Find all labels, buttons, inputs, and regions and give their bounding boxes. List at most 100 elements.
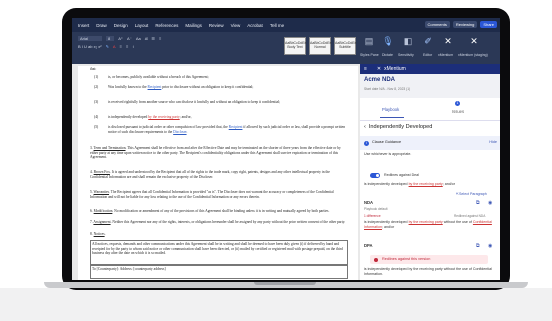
eye-icon[interactable]: ◉ — [488, 243, 492, 249]
chevron-left-icon[interactable]: ‹ — [364, 124, 366, 130]
style-subtitle[interactable]: AaBbCcDdEe Subtitle — [334, 37, 357, 55]
style-name: Normal — [314, 45, 326, 49]
bullets-icon[interactable]: ☰ — [151, 36, 155, 41]
tab-review[interactable]: Review — [209, 23, 224, 28]
shrink-font-icon[interactable]: A⁻ — [127, 36, 132, 41]
clause-guidance-card: i Clause Guidance Hide — [360, 136, 500, 150]
clause-text: is independently developed by the receiv… — [364, 182, 496, 187]
tab-layout[interactable]: Layout — [135, 23, 149, 28]
section-title: Warranties — [93, 190, 110, 194]
section-text: . This Agreement shall be effective from… — [90, 146, 341, 160]
numbering-icon[interactable]: ≡ — [159, 36, 161, 41]
section-text: . The Recipient agrees that all Confiden… — [90, 190, 334, 199]
select-paragraph-link[interactable]: ⇱Select Paragraph — [456, 192, 500, 197]
line-spacing-icon[interactable]: ↕ — [132, 44, 134, 49]
font-row: Arial 8 A⁺ A⁻ Aa A̸ ☰ ≡ — [78, 36, 161, 41]
copy-icon[interactable]: ⧉ — [476, 200, 480, 206]
section-text: . It is agreed and understood by the Rec… — [90, 170, 330, 179]
style-body-text[interactable]: AaBbCcDdEe Body Text — [284, 37, 307, 55]
clear-format-icon[interactable]: A̸ — [145, 36, 148, 41]
recipient-link[interactable]: Recipient — [229, 125, 243, 129]
xmentium-playbook-label: xMentium (staging) — [458, 53, 488, 57]
document-page[interactable]: that: (1) is, or becomes, publicly avail… — [78, 66, 358, 280]
xmentium-icon[interactable]: ✕ — [442, 36, 454, 47]
hide-guidance-link[interactable]: Hide — [489, 140, 497, 144]
doc-item-2: (2) Was lawfully known to the Recipient … — [94, 85, 348, 90]
section-title: Assignment — [93, 220, 111, 224]
item-text: prior to disclosure without an obligatio… — [161, 85, 254, 89]
format-row: B I U ab x₂ x² ✎ A ≡ ≡ ↕ — [78, 44, 134, 49]
guidance-title: Clause Guidance — [372, 140, 402, 144]
ribbon-right-buttons: Comments Reviewing Share — [424, 21, 497, 28]
editor-label: Editor — [423, 53, 433, 57]
address-table-cell: To [Counterparty]: Address: [counterpart… — [90, 265, 348, 279]
change-case-icon[interactable]: Aa — [136, 36, 141, 41]
eye-icon[interactable]: ◉ — [488, 200, 492, 206]
dictate-icon[interactable]: 🎙 — [382, 36, 394, 47]
nda-redlined-note: Redlined against NDA — [454, 214, 486, 218]
item-text: is, or becomes, publicly available witho… — [108, 75, 209, 79]
align-left-icon[interactable]: ≡ — [120, 44, 122, 49]
dpa-pill-label: Redlines against this version — [382, 257, 431, 261]
xmentium-label: xMentium — [438, 53, 454, 57]
reviewing-button[interactable]: Reviewing — [452, 21, 478, 28]
xmentium-panel: ≡ ✕ xMentium Acme NDA Start date N/A - N… — [360, 64, 500, 280]
styles-pane-icon[interactable]: ▤ — [363, 36, 375, 47]
tab-insert[interactable]: Insert — [78, 23, 89, 28]
redline-text[interactable]: by the receiving party — [148, 115, 179, 119]
tab-draw[interactable]: Draw — [96, 23, 107, 28]
doc-section-7: 7. Assignment. Neither this Agreement no… — [90, 220, 348, 225]
desk-floor — [0, 288, 552, 321]
tab-design[interactable]: Design — [114, 23, 128, 28]
style-normal[interactable]: AaBbCcDdEe Normal — [309, 37, 332, 55]
styles-pane-label: Styles Pane — [360, 53, 379, 57]
clause-section-title[interactable]: ‹ Independently Developed — [364, 124, 432, 130]
nda-text: is independently developed by the receiv… — [364, 220, 496, 229]
recipient-link[interactable]: Recipient — [148, 85, 162, 89]
redlines-toggle[interactable] — [370, 173, 380, 178]
clause-text-part: is independently developed — [364, 182, 409, 186]
tab-acrobat[interactable]: Acrobat — [247, 23, 263, 28]
xmentium-playbook-icon[interactable]: ✕ — [468, 36, 480, 47]
item-text: is received rightfully from another sour… — [108, 100, 281, 104]
highlight-icon[interactable]: ✎ — [106, 44, 109, 49]
doc-section-4: 4. Brown Fox. It is agreed and understoo… — [90, 170, 348, 179]
tab-tell-me[interactable]: Tell me — [270, 23, 284, 28]
dictate-label: Dictate — [382, 53, 393, 57]
item-text: is independently developed — [108, 115, 149, 119]
item-number: (3) — [94, 100, 99, 104]
tab-view[interactable]: View — [231, 23, 241, 28]
share-button[interactable]: Share — [480, 21, 497, 28]
format-buttons[interactable]: B I U ab x₂ x² — [78, 44, 102, 49]
font-size-select[interactable]: 8 — [106, 36, 115, 41]
grow-font-icon[interactable]: A⁺ — [118, 36, 123, 41]
section-number: 3. — [90, 146, 93, 150]
item-text: . — [186, 129, 188, 134]
tab-issues[interactable]: Issues — [452, 109, 464, 114]
item-number: (1) — [94, 75, 99, 79]
tab-mailings[interactable]: Mailings — [185, 23, 202, 28]
section-title: Term and Termination — [93, 146, 126, 150]
doc-item-4: (4) is independently developed by the re… — [94, 115, 348, 120]
doc-section-3: 3. Term and Termination. This Agreement … — [90, 146, 348, 160]
font-color-icon[interactable]: A — [113, 44, 116, 49]
discloser-link[interactable]: Discloser — [173, 130, 186, 134]
tab-playbook[interactable]: Playbook — [382, 107, 399, 112]
home-toolbar: Arial 8 A⁺ A⁻ Aa A̸ ☰ ≡ B I U ab x₂ x² ✎… — [72, 32, 500, 64]
align-center-icon[interactable]: ≡ — [126, 44, 128, 49]
comments-button[interactable]: Comments — [424, 21, 450, 28]
font-name-select[interactable]: Arial — [78, 36, 103, 41]
guidance-text: Use whichever is appropriate. — [364, 152, 412, 156]
nda-text-part: without the use of — [442, 220, 473, 224]
nda-redline: by the receiving party — [408, 220, 443, 224]
sensitivity-icon[interactable]: ◧ — [402, 36, 414, 47]
dpa-text: is independently developed by the receiv… — [364, 267, 492, 276]
editor-icon[interactable]: ✐ — [422, 36, 434, 47]
style-name: Body Text — [287, 45, 303, 49]
doc-item-5: (5) is disclosed pursuant to judicial or… — [94, 125, 348, 134]
laptop-notch — [254, 282, 316, 285]
tab-references[interactable]: References — [155, 23, 178, 28]
doc-section-6: 6. Modification. No modification or amen… — [90, 209, 348, 214]
copy-icon[interactable]: ⧉ — [476, 243, 480, 249]
menu-icon[interactable]: ≡ — [364, 66, 367, 72]
